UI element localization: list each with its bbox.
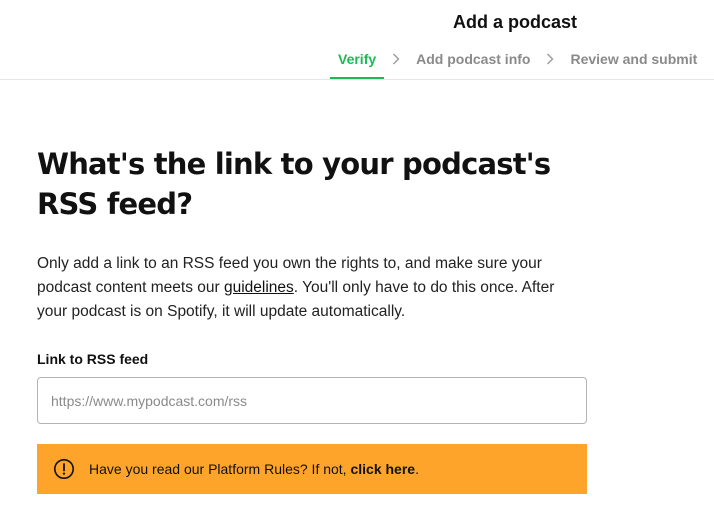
notice-message: Have you read our Platform Rules? If not…	[89, 461, 351, 477]
step-navigation: Verify Add podcast info Review and submi…	[330, 50, 705, 80]
rss-heading: What's the link to your podcast's RSS fe…	[37, 147, 551, 221]
page-title: Add a podcast	[453, 12, 578, 32]
page-header: Add a podcast Verify Add podcast info Re…	[0, 0, 714, 80]
rss-description: Only add a link to an RSS feed you own t…	[37, 252, 587, 324]
chevron-right-icon	[384, 49, 408, 69]
platform-rules-notice: Have you read our Platform Rules? If not…	[37, 444, 587, 494]
guidelines-link[interactable]: guidelines	[224, 279, 294, 296]
rss-url-input[interactable]	[37, 377, 587, 424]
alert-circle-icon	[53, 458, 75, 480]
step-review-and-submit[interactable]: Review and submit	[562, 50, 705, 79]
notice-suffix: .	[415, 461, 419, 477]
chevron-right-icon	[538, 49, 562, 69]
step-add-podcast-info[interactable]: Add podcast info	[408, 50, 538, 79]
notice-text: Have you read our Platform Rules? If not…	[89, 461, 419, 477]
rss-field-label: Link to RSS feed	[37, 351, 149, 367]
step-verify[interactable]: Verify	[330, 50, 385, 79]
platform-rules-link[interactable]: click here	[350, 461, 415, 477]
main-content: What's the link to your podcast's RSS fe…	[37, 144, 587, 494]
